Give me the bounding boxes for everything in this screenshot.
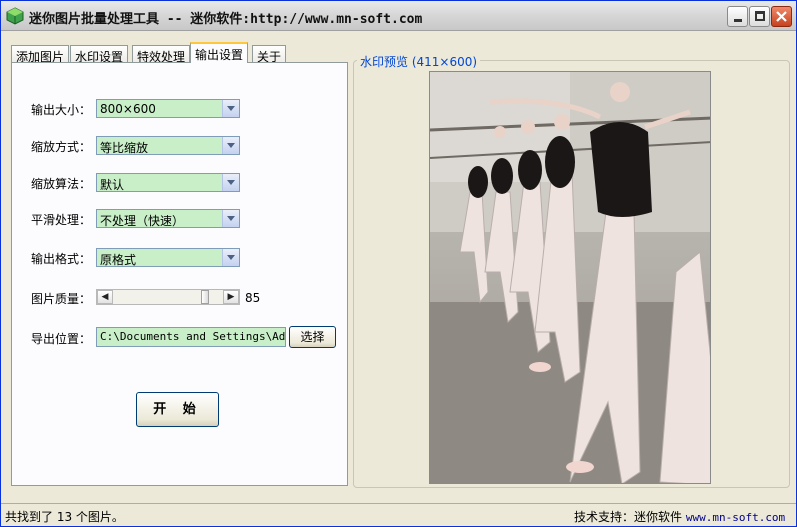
chevron-down-icon[interactable] bbox=[222, 249, 239, 266]
start-button[interactable]: 开 始 bbox=[136, 392, 219, 427]
preview-image bbox=[429, 71, 711, 484]
scroll-left-icon[interactable]: ◀ bbox=[97, 290, 113, 304]
scale-algorithm-select[interactable]: 默认 bbox=[96, 173, 240, 192]
maximize-icon bbox=[755, 11, 765, 21]
app-icon bbox=[6, 7, 24, 25]
output-format-label: 输出格式： bbox=[31, 252, 92, 266]
tab-effects[interactable]: 特效处理 bbox=[132, 45, 191, 64]
smoothing-value: 不处理（快速） bbox=[100, 214, 185, 228]
image-quality-value: 85 bbox=[245, 291, 261, 305]
scroll-right-icon[interactable]: ▶ bbox=[223, 290, 239, 304]
image-quality-label: 图片质量： bbox=[31, 292, 92, 306]
output-size-label: 输出大小： bbox=[31, 103, 92, 117]
tab-about[interactable]: 关于 bbox=[252, 45, 287, 64]
status-bar: 共找到了 13 个图片。 技术支持：迷你软件 www.mn-soft.com bbox=[1, 503, 796, 526]
minimize-button[interactable] bbox=[727, 6, 748, 27]
minimize-icon bbox=[734, 19, 742, 22]
tab-watermark-settings[interactable]: 水印设置 bbox=[70, 45, 129, 64]
smoothing-label: 平滑处理： bbox=[31, 213, 92, 227]
maximize-button[interactable] bbox=[749, 6, 770, 27]
window-title: 迷你图片批量处理工具 -- 迷你软件:http://www.mn-soft.co… bbox=[29, 12, 423, 27]
scale-mode-label: 缩放方式： bbox=[31, 140, 92, 154]
scale-algorithm-value: 默认 bbox=[100, 178, 125, 192]
scale-algorithm-label: 缩放算法： bbox=[31, 177, 92, 191]
export-path-field[interactable]: C:\Documents and Settings\Admir bbox=[96, 327, 286, 347]
ballet-dancers-photo bbox=[430, 72, 710, 483]
tab-add-images[interactable]: 添加图片 bbox=[11, 45, 70, 64]
image-count-status: 共找到了 13 个图片。 bbox=[5, 510, 124, 524]
support-label: 技术支持：迷你软件 bbox=[574, 510, 683, 524]
app-window: 迷你图片批量处理工具 -- 迷你软件:http://www.mn-soft.co… bbox=[0, 0, 797, 527]
scale-mode-select[interactable]: 等比缩放 bbox=[96, 136, 240, 155]
chevron-down-icon[interactable] bbox=[222, 100, 239, 117]
chevron-down-icon[interactable] bbox=[222, 210, 239, 227]
quality-slider-thumb[interactable] bbox=[201, 290, 209, 304]
smoothing-select[interactable]: 不处理（快速） bbox=[96, 209, 240, 228]
chevron-down-icon[interactable] bbox=[222, 174, 239, 191]
title-bar[interactable]: 迷你图片批量处理工具 -- 迷你软件:http://www.mn-soft.co… bbox=[1, 1, 796, 31]
output-format-value: 原格式 bbox=[100, 253, 137, 267]
choose-folder-button[interactable]: 选择 bbox=[289, 326, 336, 348]
support-info: 技术支持：迷你软件 www.mn-soft.com bbox=[574, 508, 785, 525]
output-size-value: 800×600 bbox=[100, 102, 156, 116]
quality-slider[interactable]: ◀ ▶ bbox=[96, 289, 240, 305]
scale-mode-value: 等比缩放 bbox=[100, 141, 149, 155]
tab-output-settings[interactable]: 输出设置 bbox=[190, 42, 249, 63]
watermark-preview-title: 水印预览 (411×600) bbox=[357, 53, 481, 70]
chevron-down-icon[interactable] bbox=[222, 137, 239, 154]
output-size-select[interactable]: 800×600 bbox=[96, 99, 240, 118]
export-location-label: 导出位置： bbox=[31, 332, 92, 346]
output-format-select[interactable]: 原格式 bbox=[96, 248, 240, 267]
support-link[interactable]: www.mn-soft.com bbox=[686, 511, 785, 524]
export-path-value: C:\Documents and Settings\Admir bbox=[100, 330, 286, 343]
close-button[interactable] bbox=[771, 6, 792, 27]
close-icon bbox=[776, 11, 787, 22]
